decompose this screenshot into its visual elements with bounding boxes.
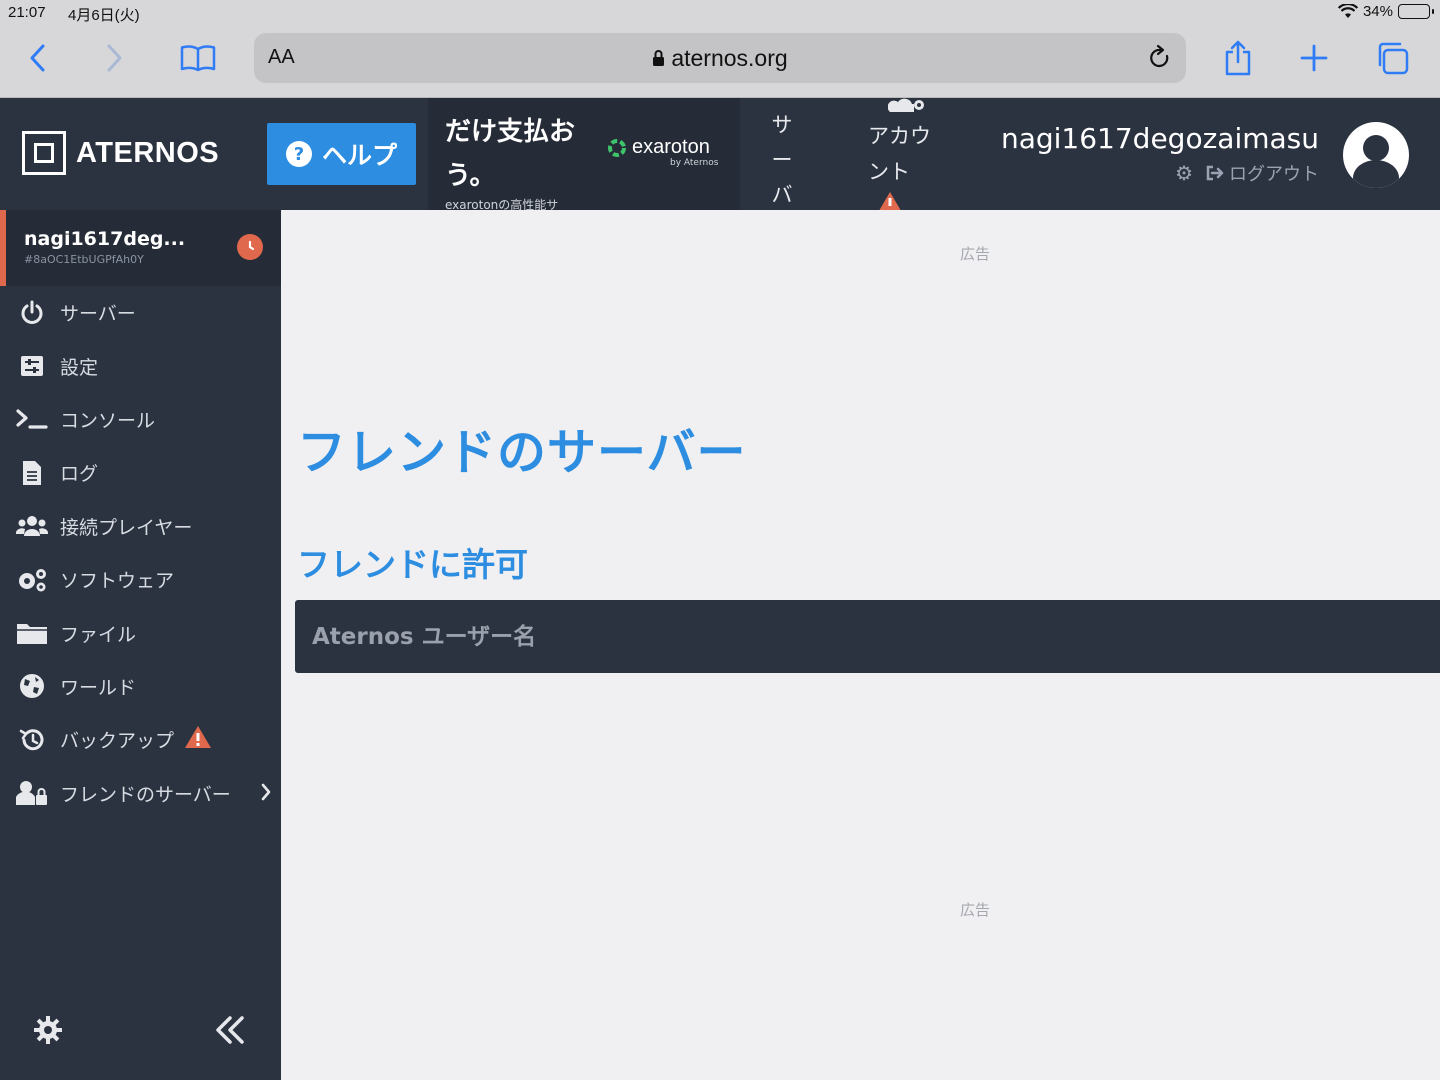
users-icon: [16, 511, 48, 541]
sidebar-item-software[interactable]: ソフトウェア: [0, 553, 281, 606]
ad-label-bottom: 広告: [960, 901, 991, 919]
warning-icon: [879, 192, 901, 210]
back-button[interactable]: [16, 38, 60, 78]
sidebar-item-backup[interactable]: バックアップ: [0, 713, 281, 766]
sidebar-item-label: ファイル: [60, 623, 137, 646]
folder-icon: [16, 618, 48, 648]
server-id: #8aOC1EtbUGPfAh0Y: [24, 253, 144, 266]
sidebar-item-files[interactable]: ファイル: [0, 606, 281, 659]
chevron-right-icon: [259, 781, 273, 808]
sidebar-item-label: フレンドのサーバー: [60, 783, 231, 806]
site-header: ATERNOS ? ヘルプ だけ支払おう。 exarotonの高性能サ exar…: [0, 98, 1440, 210]
collapse-sidebar-icon[interactable]: [210, 1010, 250, 1050]
exaroton-logo: exaroton by Aternos: [606, 136, 718, 168]
plus-icon: [1300, 44, 1328, 72]
address-bar[interactable]: AA aternos.org: [254, 33, 1186, 83]
url-text: aternos.org: [671, 45, 788, 71]
bookmarks-button[interactable]: [176, 38, 220, 78]
exaroton-by: by Aternos: [670, 158, 719, 168]
sidebar-item-label: 接続プレイヤー: [60, 516, 193, 539]
battery-icon: [1398, 4, 1434, 19]
header-ad-banner[interactable]: だけ支払おう。 exarotonの高性能サ exaroton by Aterno…: [428, 98, 740, 210]
user-avatar-icon: [1353, 135, 1399, 188]
nav-server-char: ー: [771, 148, 793, 172]
nav-account[interactable]: アカウント: [868, 118, 944, 190]
avatar[interactable]: [1343, 122, 1409, 188]
friend-username-field[interactable]: [295, 600, 1440, 673]
sidebar-item-label: バックアップ: [60, 730, 175, 753]
sidebar-item-settings[interactable]: 設定: [0, 339, 281, 392]
history-icon: [16, 725, 48, 755]
sliders-icon: [16, 351, 48, 381]
sidebar-item-server[interactable]: サーバー: [0, 286, 281, 339]
help-label: ヘルプ: [321, 141, 397, 170]
sidebar-item-label: ログ: [60, 463, 99, 486]
globe-icon: [16, 671, 48, 701]
cogs-icon: [16, 565, 48, 595]
chevron-right-icon: [107, 44, 122, 72]
ad-headline: だけ支払おう。: [445, 117, 576, 191]
tabs-button[interactable]: [1370, 38, 1414, 78]
reload-icon[interactable]: [1146, 44, 1174, 72]
sidebar-item-world[interactable]: ワールド: [0, 660, 281, 713]
url-display[interactable]: aternos.org: [254, 45, 1186, 72]
nav-server-char: バ: [771, 183, 793, 207]
user-lock-icon: [16, 778, 48, 808]
chevron-left-icon: [30, 44, 45, 72]
nav-server-char: サ: [771, 113, 793, 137]
sidebar: nagi1617deg... #8aOC1EtbUGPfAh0Y サーバー 設定…: [0, 210, 281, 1080]
ad-subtext: exarotonの高性能サ: [445, 198, 559, 210]
sidebar-menu: サーバー 設定 コンソール ログ 接続プレイヤー ソフトウェア ファイル ワール…: [0, 286, 281, 820]
share-button[interactable]: [1216, 38, 1260, 78]
battery-percent: 34%: [1362, 3, 1393, 20]
sign-out-icon: [1206, 165, 1224, 181]
book-icon: [180, 45, 216, 72]
terminal-icon: [16, 404, 48, 434]
exaroton-name: exaroton: [632, 136, 710, 158]
sidebar-item-players[interactable]: 接続プレイヤー: [0, 500, 281, 553]
wifi-icon: [1337, 4, 1358, 18]
share-icon: [1225, 40, 1251, 76]
lock-icon: [653, 50, 665, 66]
exaroton-mark-icon: [608, 138, 626, 157]
sidebar-item-label: ワールド: [60, 676, 137, 699]
sidebar-item-log[interactable]: ログ: [0, 446, 281, 499]
user-links: ⚙ ログアウト: [1175, 160, 1319, 186]
server-status-clock-icon: [237, 234, 263, 260]
gear-icon[interactable]: [32, 1014, 64, 1046]
tabs-icon: [1378, 42, 1409, 75]
logout-label: ログアウト: [1229, 164, 1319, 185]
server-card[interactable]: nagi1617deg... #8aOC1EtbUGPfAh0Y: [0, 210, 281, 286]
page-title: フレンドのサーバー: [297, 424, 747, 481]
status-right: 34%: [1337, 3, 1434, 20]
sidebar-item-friends-servers[interactable]: フレンドのサーバー: [0, 767, 281, 820]
power-icon: [16, 298, 48, 328]
forward-button[interactable]: [92, 38, 136, 78]
sidebar-item-console[interactable]: コンソール: [0, 393, 281, 446]
section-title: フレンドに許可: [297, 545, 528, 584]
cloud-gear-icon: [888, 98, 924, 112]
sidebar-item-label: ソフトウェア: [60, 570, 175, 593]
logo-mark-icon: [22, 131, 66, 175]
logo-text: ATERNOS: [76, 136, 220, 169]
status-date: 4月6日(火): [68, 7, 140, 24]
server-name: nagi1617deg...: [24, 228, 186, 250]
browser-chrome: 21:07 4月6日(火) 34% AA aternos.org: [0, 0, 1440, 98]
nav-server[interactable]: サ ー バ: [770, 108, 794, 213]
ad-label-top: 広告: [960, 245, 991, 263]
username[interactable]: nagi1617degozaimasu: [1001, 122, 1319, 155]
question-icon: ?: [285, 141, 312, 167]
sidebar-item-label: 設定: [60, 356, 99, 379]
status-time: 21:07: [8, 4, 46, 21]
help-button[interactable]: ? ヘルプ: [267, 123, 416, 185]
aternos-logo[interactable]: ATERNOS: [22, 131, 219, 175]
file-icon: [16, 458, 48, 488]
account-settings-icon[interactable]: ⚙: [1175, 161, 1193, 185]
friend-username-input[interactable]: [295, 600, 1440, 673]
sidebar-item-label: サーバー: [60, 303, 136, 326]
logout-link[interactable]: ログアウト: [1205, 160, 1319, 186]
sidebar-item-label: コンソール: [60, 409, 156, 432]
backup-warning-icon: [184, 725, 212, 754]
new-tab-button[interactable]: [1292, 38, 1336, 78]
